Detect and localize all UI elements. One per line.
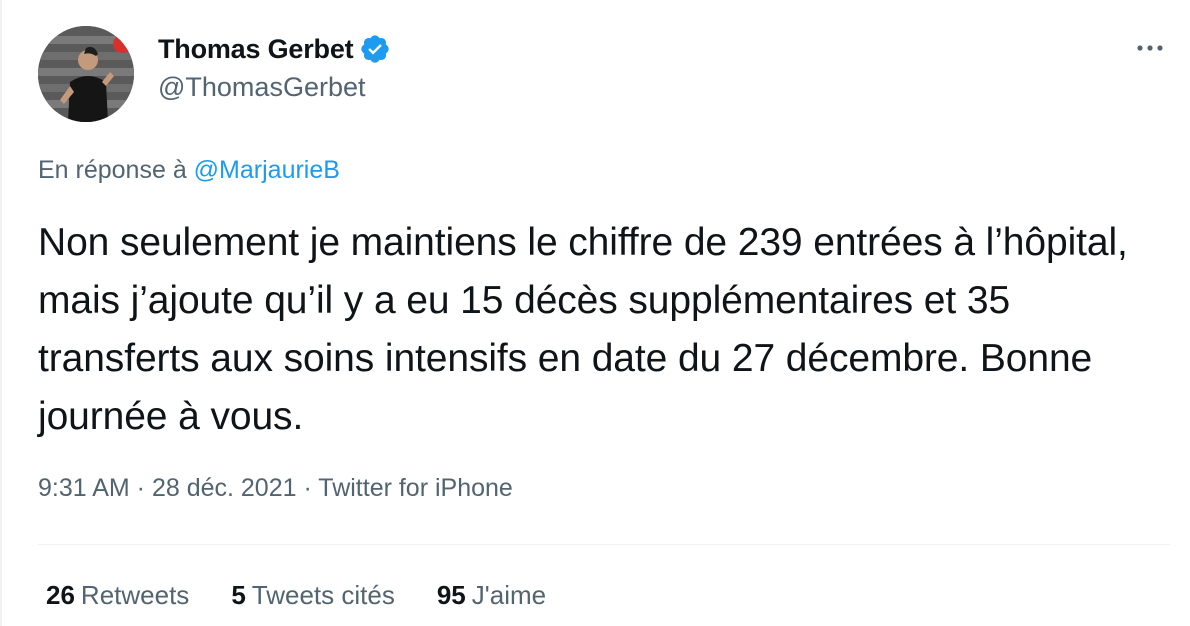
reply-mention-link[interactable]: @MarjaurieB [194,156,340,184]
likes-stat[interactable]: 95 J'aime [437,580,546,611]
tweet-time[interactable]: 9:31 AM [38,474,130,502]
quotes-stat[interactable]: 5 Tweets cités [231,580,395,611]
tweet-meta: 9:31 AM · 28 déc. 2021 · Twitter for iPh… [38,474,513,503]
name-row: Thomas Gerbet [158,30,391,68]
more-options-icon[interactable] [1132,36,1168,60]
display-name[interactable]: Thomas Gerbet [158,34,354,65]
verified-badge-icon [359,33,391,65]
avatar-photo [38,26,134,122]
tweet-card: Thomas Gerbet @ThomasGerbet En réponse à… [0,0,1190,626]
likes-count: 95 [436,580,466,610]
meta-separator: · [296,474,319,502]
tweet-date[interactable]: 28 déc. 2021 [152,474,297,502]
retweets-count: 26 [46,580,75,610]
tweet-stats: 26 Retweets 5 Tweets cités 95 J'aime [46,580,546,611]
reply-context: En réponse à @MarjaurieB [38,156,340,185]
quotes-label: Tweets cités [251,580,395,610]
tweet-text: Non seulement je maintiens le chiffre de… [38,221,1128,438]
avatar[interactable] [38,26,134,122]
left-border [0,0,2,626]
likes-label: J'aime [471,580,547,610]
reply-prefix: En réponse à [38,156,187,184]
quotes-count: 5 [231,580,246,610]
retweets-label: Retweets [80,580,190,610]
meta-separator: · [129,474,152,502]
divider [38,544,1170,545]
retweets-stat[interactable]: 26 Retweets [46,580,189,611]
author-block: Thomas Gerbet @ThomasGerbet [158,30,391,103]
tweet-source[interactable]: Twitter for iPhone [318,474,513,502]
handle[interactable]: @ThomasGerbet [158,72,391,103]
